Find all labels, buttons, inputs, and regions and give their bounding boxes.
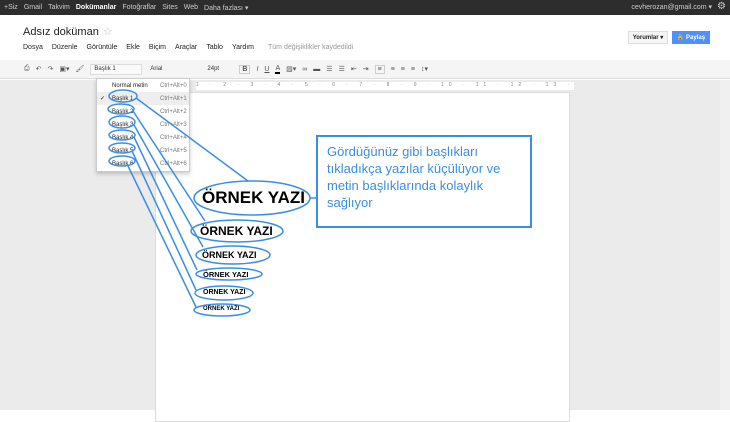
- annotation-callout: Gördüğünüz gibi başlıkları tıkladıkça ya…: [316, 135, 532, 228]
